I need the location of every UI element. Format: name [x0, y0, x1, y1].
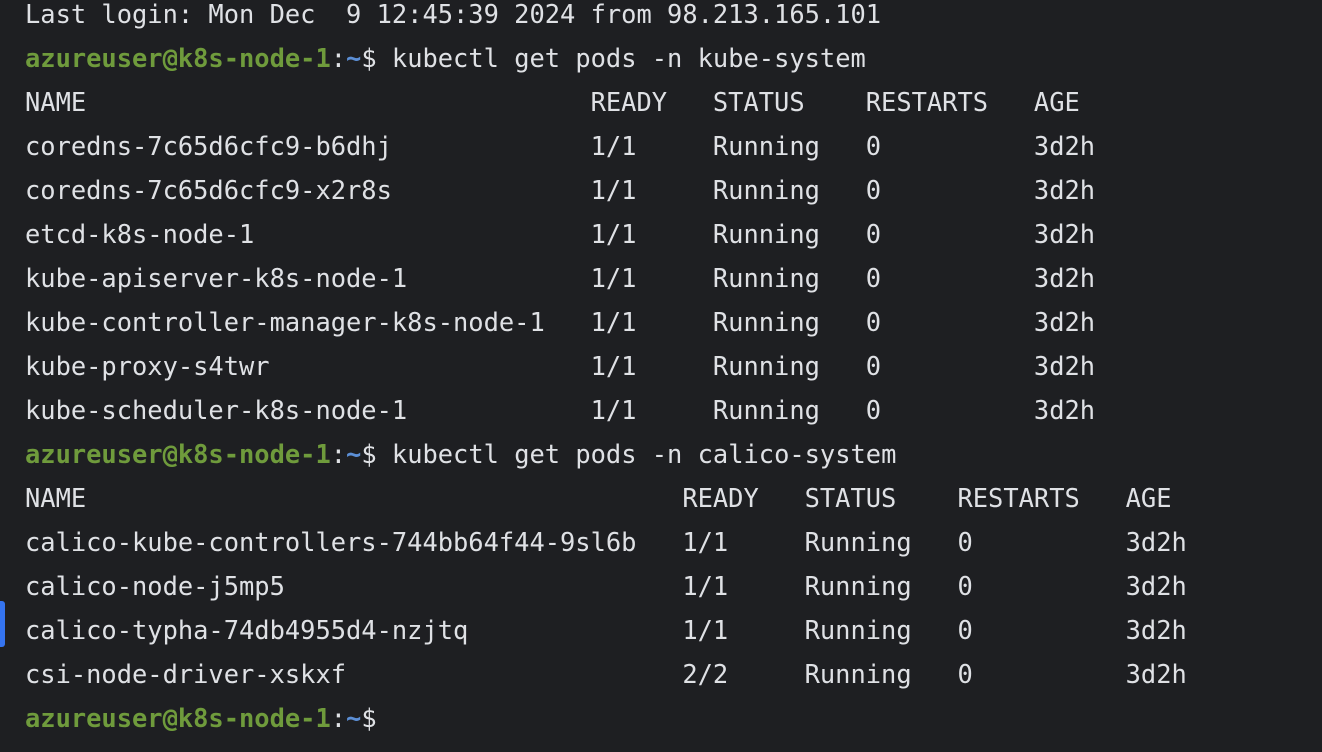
prompt-dollar: $ [361, 439, 392, 469]
command-line: azureuser@k8s-node-1:~$ kubectl get pods… [25, 432, 1187, 476]
prompt-dollar: $ [361, 703, 392, 733]
table-row: kube-apiserver-k8s-node-1 1/1 Running 0 … [25, 263, 1096, 293]
table-row: coredns-7c65d6cfc9-b6dhj 1/1 Running 0 3… [25, 131, 1096, 161]
prompt-colon: : [330, 703, 347, 733]
prompt-colon: : [330, 43, 347, 73]
prompt-colon: : [330, 439, 347, 469]
table-header: NAME READY STATUS RESTARTS AGE [25, 483, 1172, 513]
prompt-user-host: azureuser@k8s-node-1 [25, 439, 331, 469]
command-line: azureuser@k8s-node-1:~$ kubectl get pods… [25, 36, 1187, 80]
prompt-user-host: azureuser@k8s-node-1 [25, 703, 331, 733]
table-row: kube-proxy-s4twr 1/1 Running 0 3d2h [25, 351, 1096, 381]
terminal-output[interactable]: Last login: Mon Dec 9 12:45:39 2024 from… [25, 0, 1187, 740]
table-row: kube-scheduler-k8s-node-1 1/1 Running 0 … [25, 395, 1096, 425]
table-row: csi-node-driver-xskxf 2/2 Running 0 3d2h [25, 659, 1187, 689]
table-row: calico-node-j5mp5 1/1 Running 0 3d2h [25, 571, 1187, 601]
table-row: kube-controller-manager-k8s-node-1 1/1 R… [25, 307, 1096, 337]
prompt-user-host: azureuser@k8s-node-1 [25, 43, 331, 73]
last-login-line: Last login: Mon Dec 9 12:45:39 2024 from… [25, 0, 882, 29]
command-text: kubectl get pods -n calico-system [391, 439, 897, 469]
command-text: kubectl get pods -n kube-system [391, 43, 866, 73]
prompt-path: ~ [346, 703, 362, 733]
table-header: NAME READY STATUS RESTARTS AGE [25, 87, 1080, 117]
table-row: calico-kube-controllers-744bb64f44-9sl6b… [25, 527, 1187, 557]
command-line[interactable]: azureuser@k8s-node-1:~$ [25, 696, 1187, 740]
table-row: coredns-7c65d6cfc9-x2r8s 1/1 Running 0 3… [25, 175, 1096, 205]
table-row: calico-typha-74db4955d4-nzjtq 1/1 Runnin… [25, 615, 1187, 645]
prompt-dollar: $ [361, 43, 392, 73]
prompt-path: ~ [346, 439, 362, 469]
table-row: etcd-k8s-node-1 1/1 Running 0 3d2h [25, 219, 1096, 249]
prompt-path: ~ [346, 43, 362, 73]
scroll-position-marker [0, 601, 5, 647]
terminal-window[interactable]: Last login: Mon Dec 9 12:45:39 2024 from… [0, 0, 1322, 752]
